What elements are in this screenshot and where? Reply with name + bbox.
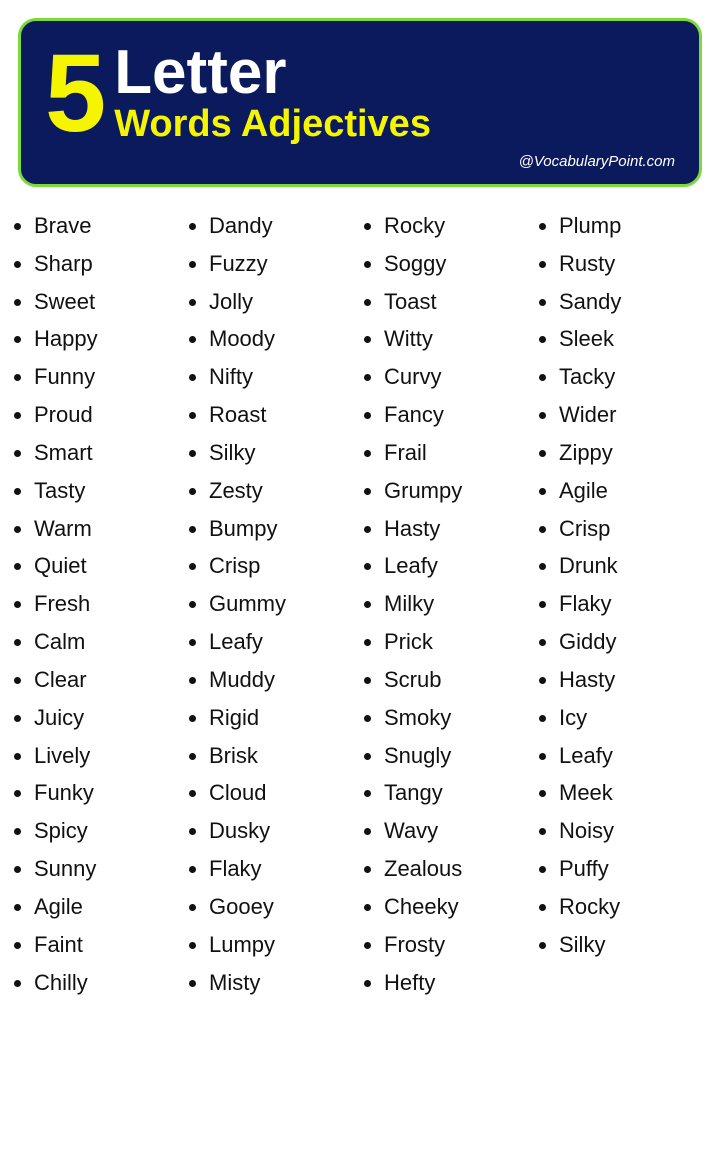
list-item: Meek	[559, 774, 706, 812]
list-item: Crisp	[209, 547, 356, 585]
list-item: Quiet	[34, 547, 181, 585]
list-item: Curvy	[384, 358, 531, 396]
list-item: Agile	[34, 888, 181, 926]
list-item: Dandy	[209, 207, 356, 245]
list-item: Nifty	[209, 358, 356, 396]
list-item: Giddy	[559, 623, 706, 661]
list-item: Rusty	[559, 245, 706, 283]
list-item: Muddy	[209, 661, 356, 699]
list-item: Rocky	[384, 207, 531, 245]
list-item: Sunny	[34, 850, 181, 888]
list-item: Warm	[34, 510, 181, 548]
list-item: Milky	[384, 585, 531, 623]
list-item: Clear	[34, 661, 181, 699]
list-item: Lumpy	[209, 926, 356, 964]
list-item: Leafy	[384, 547, 531, 585]
list-item: Spicy	[34, 812, 181, 850]
header-words: Words Adjectives	[114, 104, 431, 146]
list-item: Hasty	[559, 661, 706, 699]
list-item: Frail	[384, 434, 531, 472]
list-item: Jolly	[209, 283, 356, 321]
list-item: Brave	[34, 207, 181, 245]
list-item: Tangy	[384, 774, 531, 812]
list-item: Icy	[559, 699, 706, 737]
list-item: Funny	[34, 358, 181, 396]
list-item: Fancy	[384, 396, 531, 434]
list-item: Crisp	[559, 510, 706, 548]
list-item: Calm	[34, 623, 181, 661]
list-item: Brisk	[209, 737, 356, 775]
list-item: Gooey	[209, 888, 356, 926]
list-item: Wavy	[384, 812, 531, 850]
list-item: Tasty	[34, 472, 181, 510]
list-item: Scrub	[384, 661, 531, 699]
list-item: Chilly	[34, 964, 181, 1002]
list-item: Moody	[209, 320, 356, 358]
list-item: Soggy	[384, 245, 531, 283]
list-item: Silky	[559, 926, 706, 964]
list-item: Noisy	[559, 812, 706, 850]
list-item: Zesty	[209, 472, 356, 510]
word-column-2: DandyFuzzyJollyMoodyNiftyRoastSilkyZesty…	[185, 207, 360, 1001]
list-item: Bumpy	[209, 510, 356, 548]
word-column-1: BraveSharpSweetHappyFunnyProudSmartTasty…	[10, 207, 185, 1001]
list-item: Gummy	[209, 585, 356, 623]
header-banner: 5 Letter Words Adjectives @VocabularyPoi…	[18, 18, 702, 187]
list-item: Cheeky	[384, 888, 531, 926]
header-url: @VocabularyPoint.com	[45, 153, 675, 170]
list-item: Prick	[384, 623, 531, 661]
list-item: Zippy	[559, 434, 706, 472]
list-item: Frosty	[384, 926, 531, 964]
list-item: Smoky	[384, 699, 531, 737]
list-item: Roast	[209, 396, 356, 434]
list-item: Misty	[209, 964, 356, 1002]
header-five: 5	[45, 39, 104, 149]
list-item: Plump	[559, 207, 706, 245]
list-item: Leafy	[209, 623, 356, 661]
list-item: Witty	[384, 320, 531, 358]
list-item: Zealous	[384, 850, 531, 888]
list-item: Dusky	[209, 812, 356, 850]
list-item: Sweet	[34, 283, 181, 321]
list-item: Flaky	[209, 850, 356, 888]
list-item: Proud	[34, 396, 181, 434]
word-column-3: RockySoggyToastWittyCurvyFancyFrailGrump…	[360, 207, 535, 1001]
list-item: Sharp	[34, 245, 181, 283]
list-item: Hasty	[384, 510, 531, 548]
list-item: Wider	[559, 396, 706, 434]
list-item: Hefty	[384, 964, 531, 1002]
list-item: Fuzzy	[209, 245, 356, 283]
list-item: Rocky	[559, 888, 706, 926]
list-item: Drunk	[559, 547, 706, 585]
word-column-4: PlumpRustySandySleekTackyWiderZippyAgile…	[535, 207, 710, 1001]
list-item: Smart	[34, 434, 181, 472]
list-item: Agile	[559, 472, 706, 510]
list-item: Leafy	[559, 737, 706, 775]
list-item: Rigid	[209, 699, 356, 737]
list-item: Sandy	[559, 283, 706, 321]
page-wrapper: 5 Letter Words Adjectives @VocabularyPoi…	[0, 18, 720, 1021]
list-item: Flaky	[559, 585, 706, 623]
list-item: Silky	[209, 434, 356, 472]
list-item: Happy	[34, 320, 181, 358]
list-item: Puffy	[559, 850, 706, 888]
list-item: Juicy	[34, 699, 181, 737]
list-item: Snugly	[384, 737, 531, 775]
header-letter: Letter	[114, 42, 431, 104]
word-grid: BraveSharpSweetHappyFunnyProudSmartTasty…	[0, 187, 720, 1021]
list-item: Faint	[34, 926, 181, 964]
list-item: Toast	[384, 283, 531, 321]
list-item: Lively	[34, 737, 181, 775]
list-item: Sleek	[559, 320, 706, 358]
list-item: Fresh	[34, 585, 181, 623]
list-item: Cloud	[209, 774, 356, 812]
list-item: Tacky	[559, 358, 706, 396]
list-item: Grumpy	[384, 472, 531, 510]
list-item: Funky	[34, 774, 181, 812]
